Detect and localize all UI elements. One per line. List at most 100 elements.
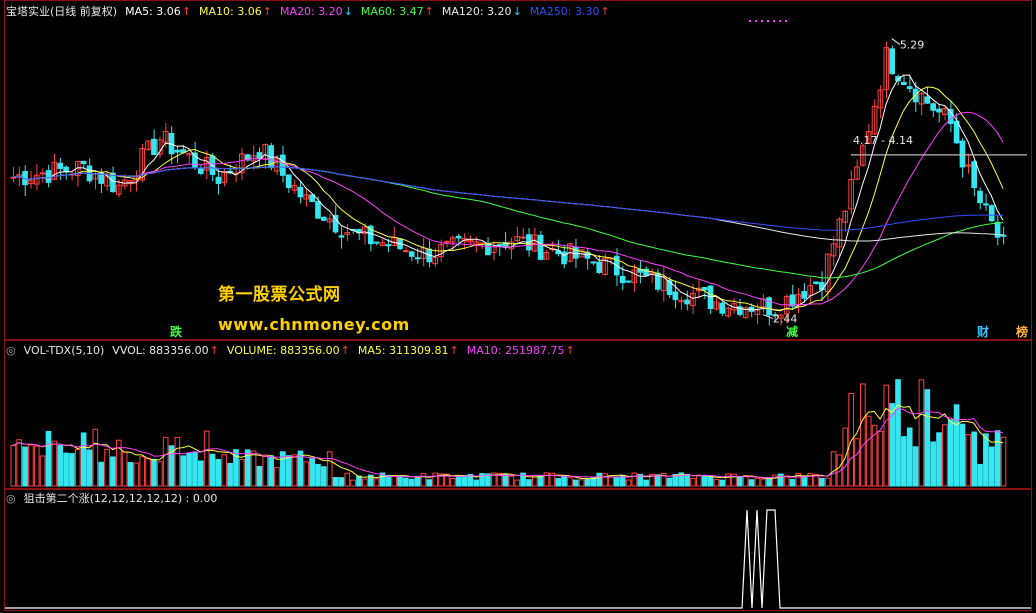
volume-bar <box>690 478 696 487</box>
high-price-label: 5.29 <box>900 39 925 52</box>
arrow-up-icon: ↑ <box>262 4 272 18</box>
candle-body <box>924 96 931 104</box>
volume-bar <box>877 430 884 487</box>
signal-chart[interactable] <box>5 505 1031 610</box>
volume-bar <box>819 477 825 487</box>
volume-bar <box>420 472 427 487</box>
event-marker-cai[interactable]: 财 <box>977 323 989 340</box>
candle-body <box>151 138 157 156</box>
volume-bar <box>338 477 345 487</box>
volume-bar <box>104 448 110 487</box>
volume-bar <box>180 455 187 487</box>
signal-dot <box>785 20 787 22</box>
volume-bar <box>86 449 93 487</box>
event-marker-bang[interactable]: 榜 <box>1016 323 1028 340</box>
volume-bar <box>912 446 919 487</box>
volume-bar <box>209 453 216 487</box>
volume-bar <box>613 476 620 487</box>
arrow-up-icon: ↑ <box>565 343 575 357</box>
volume-bar <box>695 475 702 487</box>
candle-body <box>596 261 603 274</box>
volume-bar <box>936 432 942 487</box>
ma-indicator: MA5: 3.06 <box>125 4 181 18</box>
candlestick-chart[interactable]: 5.292.444.17 - 4.14 <box>5 20 1031 338</box>
volume-bar <box>567 477 573 487</box>
watermark-title: 第一股票公式网 <box>218 285 341 305</box>
candle-body <box>496 244 503 247</box>
volume-bar <box>707 476 714 487</box>
volume-bar <box>63 452 69 487</box>
candle-body <box>813 281 819 285</box>
volume-bar <box>760 478 767 487</box>
volume-bar <box>197 460 204 487</box>
signal-title: 狙击第二个涨(12,12,12,12,12) : 0.00 <box>23 492 218 505</box>
candle-body <box>590 261 597 264</box>
volume-bar <box>74 449 81 487</box>
candle-body <box>520 236 526 239</box>
main-chart-header: 宝塔实业(日线 前复权) MA5: 3.06 ↑ MA10: 3.06 ↑ MA20: … <box>6 2 610 20</box>
event-marker-jian[interactable]: 减 <box>786 323 798 340</box>
volume-bar <box>321 466 327 487</box>
volume-bar <box>930 441 936 487</box>
range-label: 4.17 - 4.14 <box>853 134 913 147</box>
arrow-up-icon: ↑ <box>340 343 350 357</box>
ma-indicator: MA60: 3.47 <box>360 4 424 18</box>
ma-indicator: MA10: 3.06 <box>199 4 262 18</box>
volume-bar <box>895 379 901 487</box>
volume-bar <box>57 445 64 487</box>
volume-bar <box>783 475 790 487</box>
volume-bar <box>654 474 661 487</box>
candle-body <box>414 257 421 260</box>
volume-bar <box>39 455 46 487</box>
candle-body <box>455 235 462 239</box>
candle-body <box>280 154 286 176</box>
collapse-icon[interactable]: ◎ <box>6 344 16 357</box>
volume-bar <box>965 434 972 487</box>
volume-bar <box>901 436 907 487</box>
volume-bar <box>449 477 456 487</box>
signal-dot <box>779 20 781 22</box>
volume-bar <box>801 476 808 487</box>
ma-indicator: MA20: 3.20 <box>279 4 343 18</box>
volume-bar <box>854 438 860 487</box>
chart-window: 宝塔实业(日线 前复权) MA5: 3.06 ↑ MA10: 3.06 ↑ MA20: … <box>0 0 1036 613</box>
candle-body <box>701 287 708 291</box>
candle-body <box>930 103 936 111</box>
volume-bar <box>268 455 274 487</box>
volume-bar <box>473 479 480 487</box>
candle-body <box>789 294 796 307</box>
candle-body <box>965 164 972 167</box>
volume-bar <box>10 445 17 487</box>
collapse-icon[interactable]: ◎ <box>6 492 16 505</box>
volume-bar <box>344 472 351 487</box>
candle-body <box>373 241 380 244</box>
volume-bar <box>92 428 99 487</box>
volume-bar <box>778 473 784 487</box>
candle-body <box>625 280 632 283</box>
volume-bar <box>133 462 140 487</box>
candle-body <box>988 205 995 222</box>
event-marker-die[interactable]: 跌 <box>170 323 182 340</box>
volume-bar <box>502 473 509 487</box>
candle-body <box>174 149 181 153</box>
arrow-down-icon: ↓ <box>512 4 522 18</box>
volume-bar <box>332 477 339 487</box>
stock-title: 宝塔实业(日线 前复权) <box>6 5 118 18</box>
volume-bar <box>959 423 966 487</box>
volume-bar <box>860 383 866 487</box>
volume-bar <box>162 436 169 487</box>
volume-bar <box>362 478 368 487</box>
volume-bar <box>631 472 638 487</box>
candle-body <box>297 186 304 198</box>
volume-bar <box>824 477 831 487</box>
candle-body <box>953 120 960 144</box>
volume-chart[interactable] <box>5 358 1031 488</box>
signal-dot <box>761 20 763 22</box>
arrow-up-icon: ↑ <box>209 343 219 357</box>
volume-bar <box>555 478 562 487</box>
volume-bar <box>350 479 356 487</box>
volume-bar <box>250 450 257 487</box>
candle-body <box>256 152 263 159</box>
volume-bar <box>262 454 269 487</box>
volume-bar <box>572 479 579 487</box>
